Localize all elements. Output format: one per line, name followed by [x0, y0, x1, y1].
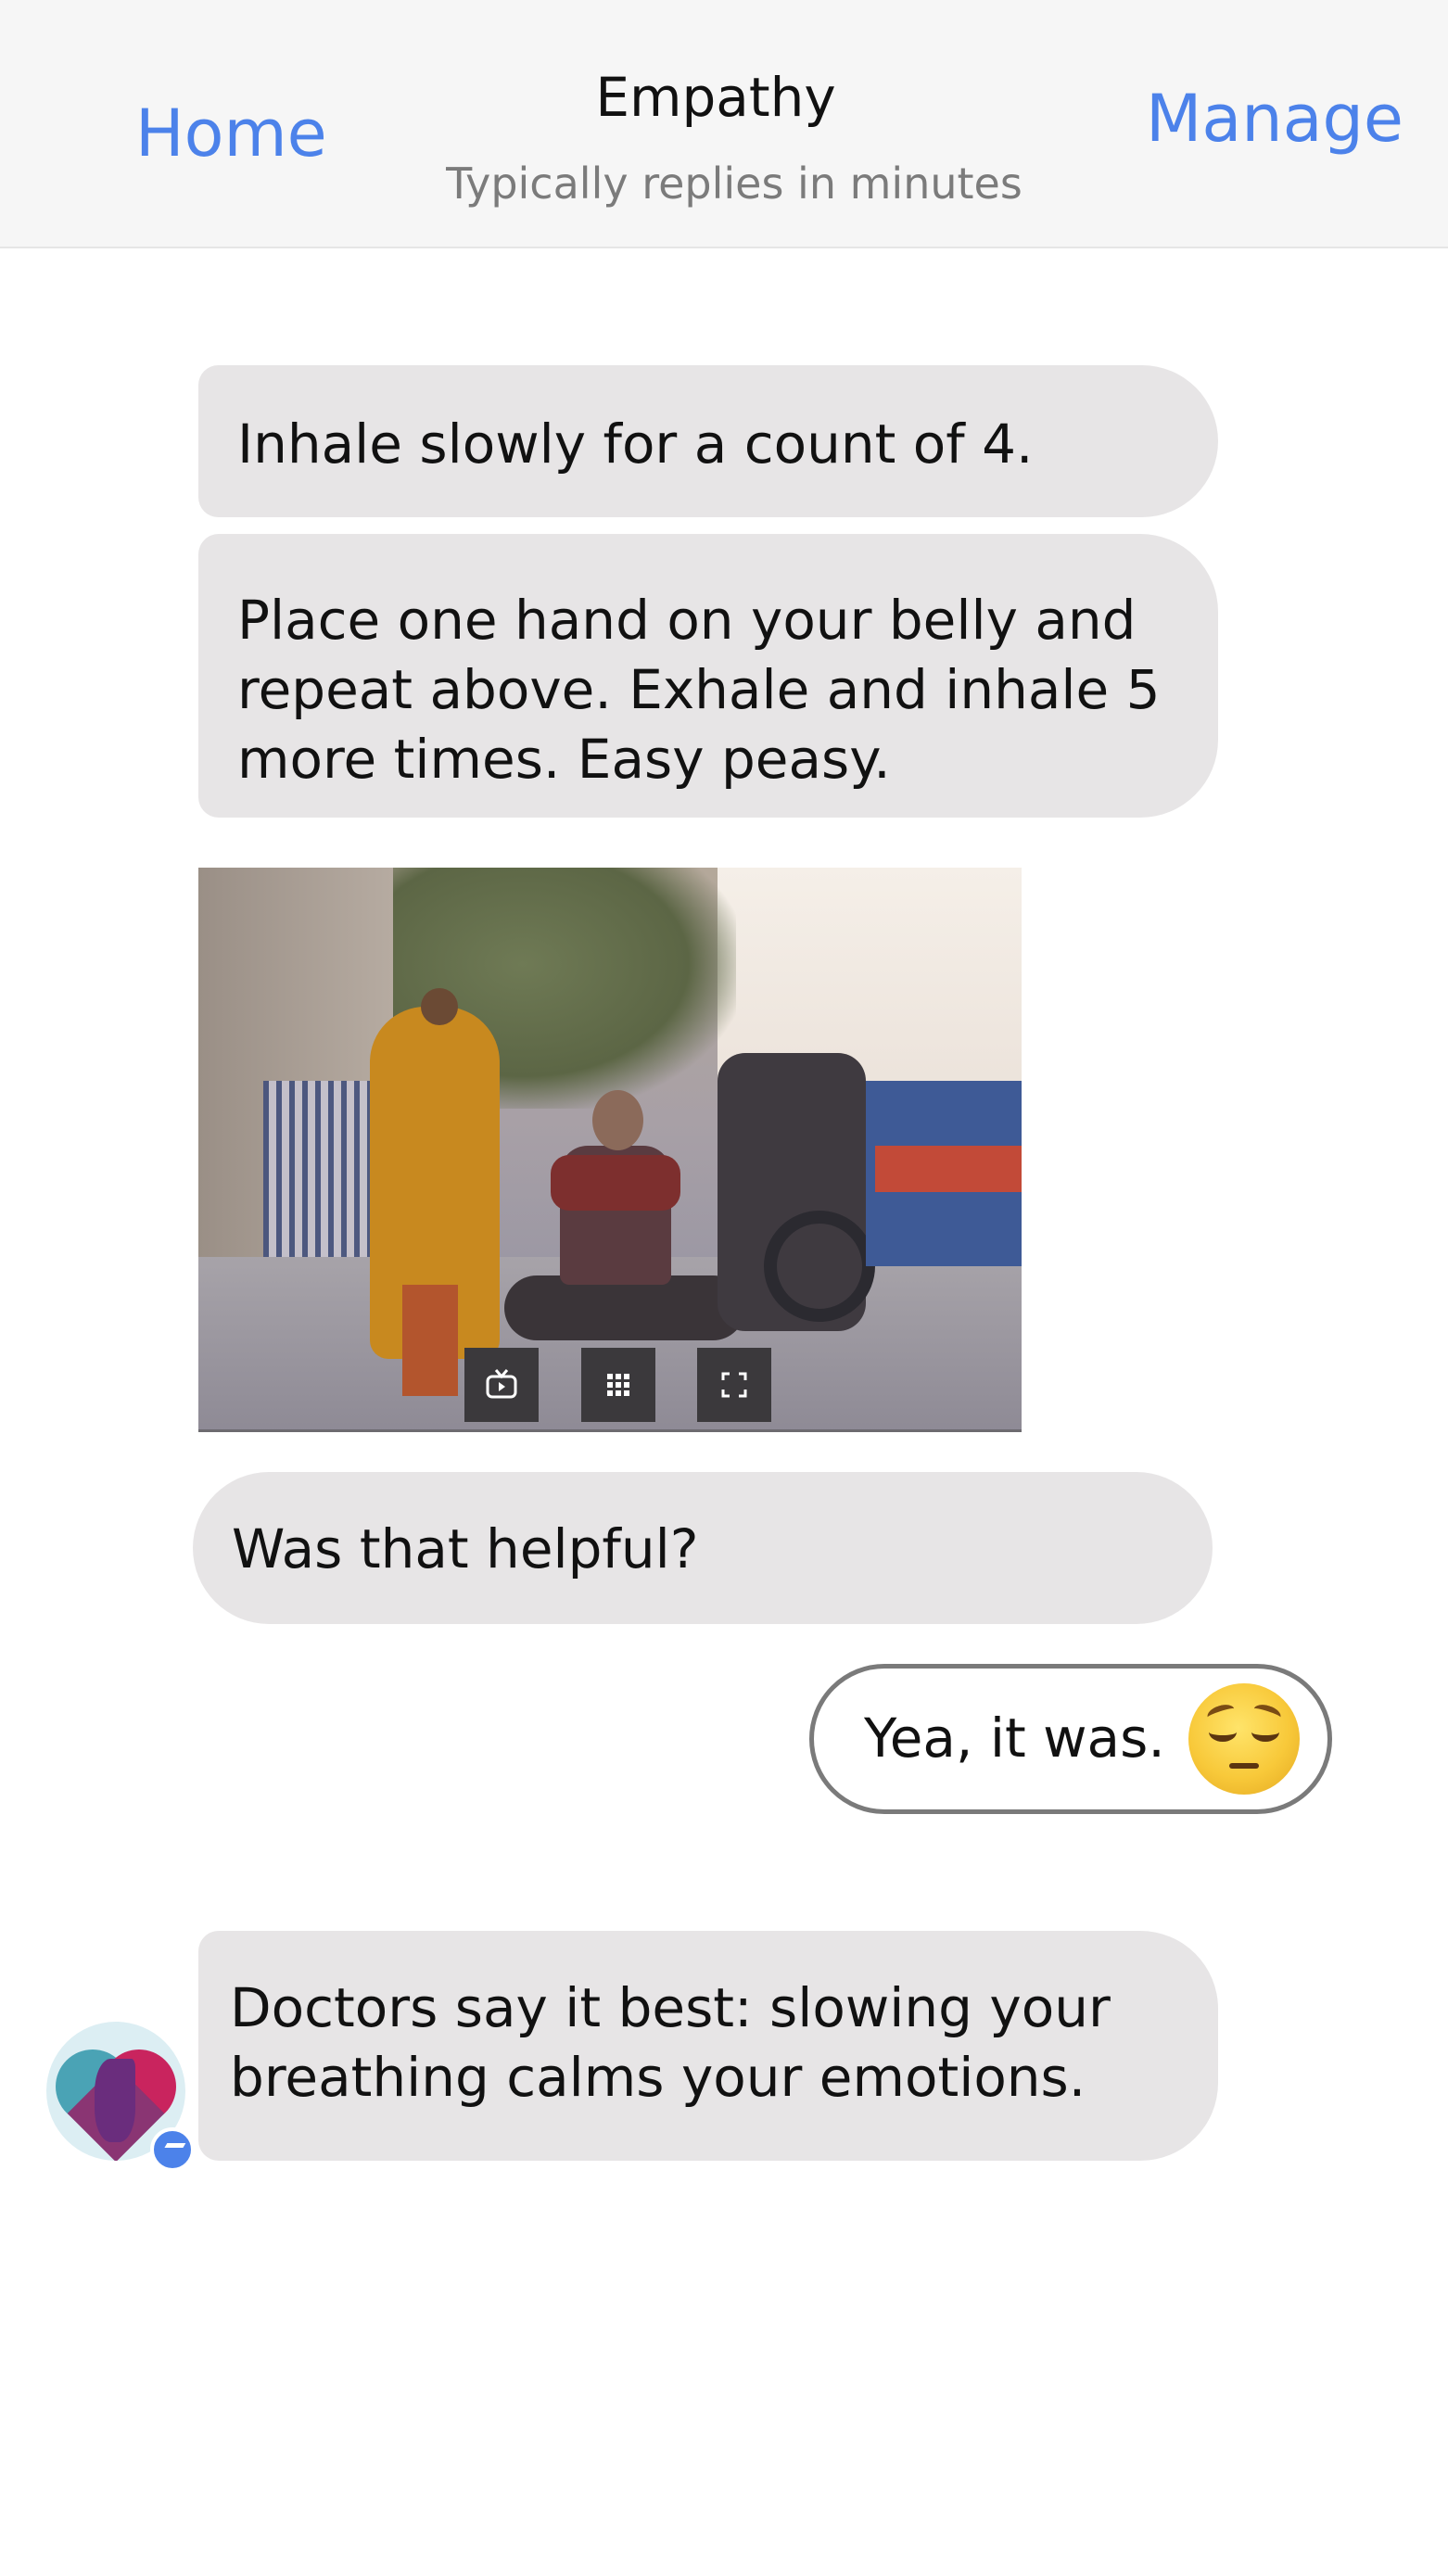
- photo-woman-scarf: [551, 1155, 680, 1211]
- bot-message: Doctors say it best: slowing your breath…: [198, 1931, 1218, 2161]
- user-message-text: Yea, it was.: [864, 1707, 1165, 1770]
- messenger-badge-icon: [150, 2127, 195, 2172]
- manage-link[interactable]: Manage: [1146, 82, 1404, 156]
- photo-monk-legs: [402, 1285, 458, 1396]
- bot-message: Place one hand on your belly and repeat …: [198, 534, 1218, 818]
- fullscreen-icon[interactable]: [697, 1348, 771, 1422]
- emoji-right-brow: [1251, 1701, 1283, 1725]
- grid-icon[interactable]: [581, 1348, 655, 1422]
- emoji-right-eye: [1251, 1722, 1279, 1742]
- photo-monk-head: [421, 988, 458, 1025]
- video-attachment[interactable]: [198, 868, 1022, 1432]
- messenger-bolt: [159, 2142, 186, 2157]
- bot-message: Inhale slowly for a count of 4.: [198, 365, 1218, 517]
- relieved-face-icon: [1188, 1683, 1300, 1795]
- photo-wheel: [764, 1211, 875, 1322]
- emoji-mouth: [1229, 1763, 1259, 1769]
- tv-icon[interactable]: [464, 1348, 539, 1422]
- emoji-left-eye: [1209, 1722, 1237, 1742]
- avatar-face-silhouette: [95, 2059, 135, 2142]
- bot-message: Was that helpful?: [193, 1472, 1213, 1624]
- photo-cart-sign: [875, 1146, 1022, 1192]
- user-message: Yea, it was.: [809, 1664, 1332, 1814]
- chat-subtitle-text: Typically replies in minutes: [446, 159, 1022, 209]
- chat-header: Home Empathy Typically replies in minute…: [0, 0, 1448, 248]
- photo-woman-head: [592, 1090, 643, 1150]
- photo-woman-legs: [504, 1275, 745, 1340]
- chat-title-text: Empathy: [595, 66, 836, 129]
- emoji-left-brow: [1205, 1701, 1237, 1725]
- chat-subtitle: Typically replies in minutes: [0, 156, 1448, 211]
